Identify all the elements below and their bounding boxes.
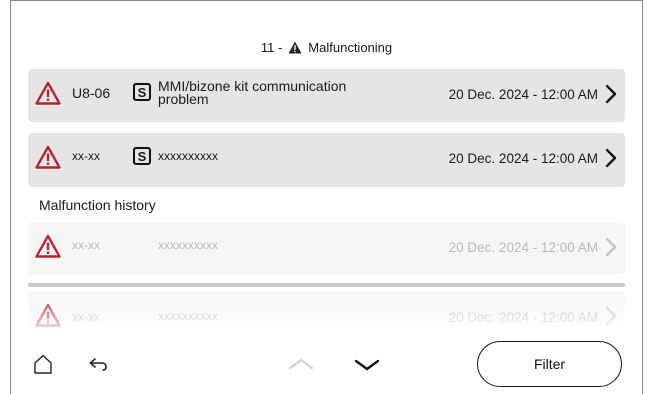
- chevron-right-icon: [605, 237, 617, 257]
- back-arrow-icon[interactable]: [87, 353, 109, 375]
- fault-code: xx-xx: [72, 238, 100, 252]
- filter-button[interactable]: Filter: [477, 341, 622, 387]
- malfunction-screen: 11 - Malfunctioning U8-06 S MMI/bizone k…: [10, 0, 643, 394]
- fault-timestamp: 20 Dec. 2024 - 12:00 AM: [448, 310, 598, 325]
- chevron-right-icon: [605, 148, 617, 168]
- warning-icon: [35, 234, 61, 258]
- fault-row[interactable]: U8-06 S MMI/bizone kit communication pro…: [28, 69, 625, 122]
- fault-code: xx-xx: [72, 310, 100, 324]
- home-icon[interactable]: [32, 353, 54, 375]
- warning-icon: [35, 145, 61, 169]
- source-badge: S: [133, 147, 151, 165]
- warning-icon: [35, 303, 61, 327]
- fault-description: xxxxxxxxxx: [158, 238, 218, 252]
- fault-timestamp: 20 Dec. 2024 - 12:00 AM: [448, 151, 598, 166]
- fault-code: U8-06: [72, 85, 111, 101]
- warning-triangle-icon: [288, 41, 302, 53]
- warning-icon: [35, 81, 61, 105]
- header-title: Malfunctioning: [308, 39, 393, 55]
- header-prefix: 11 -: [260, 39, 283, 55]
- screen-header: 11 - Malfunctioning: [11, 37, 642, 57]
- source-badge: S: [133, 83, 151, 101]
- fault-row[interactable]: xx-xx S xxxxxxxxxx 20 Dec. 2024 - 12:00 …: [28, 133, 625, 187]
- fault-timestamp: 20 Dec. 2024 - 12:00 AM: [448, 87, 598, 102]
- fault-description: MMI/bizone kit communication problem: [158, 78, 347, 107]
- fault-description: xxxxxxxxxx: [158, 149, 218, 163]
- fault-description: xxxxxxxxxx: [158, 309, 218, 323]
- chevron-up-icon[interactable]: [288, 353, 314, 375]
- chevron-right-icon: [605, 84, 617, 104]
- chevron-down-icon[interactable]: [354, 353, 380, 375]
- bottom-nav-bar: Filter: [11, 339, 642, 391]
- fault-code: xx-xx: [72, 149, 100, 163]
- fault-timestamp: 20 Dec. 2024 - 12:00 AM: [448, 240, 598, 255]
- history-row[interactable]: xx-xx xxxxxxxxxx 20 Dec. 2024 - 12:00 AM: [28, 291, 625, 327]
- list-divider: [28, 283, 625, 287]
- history-section-label: Malfunction history: [39, 197, 156, 213]
- chevron-right-icon: [605, 306, 617, 326]
- history-row[interactable]: xx-xx xxxxxxxxxx 20 Dec. 2024 - 12:00 AM: [28, 222, 625, 275]
